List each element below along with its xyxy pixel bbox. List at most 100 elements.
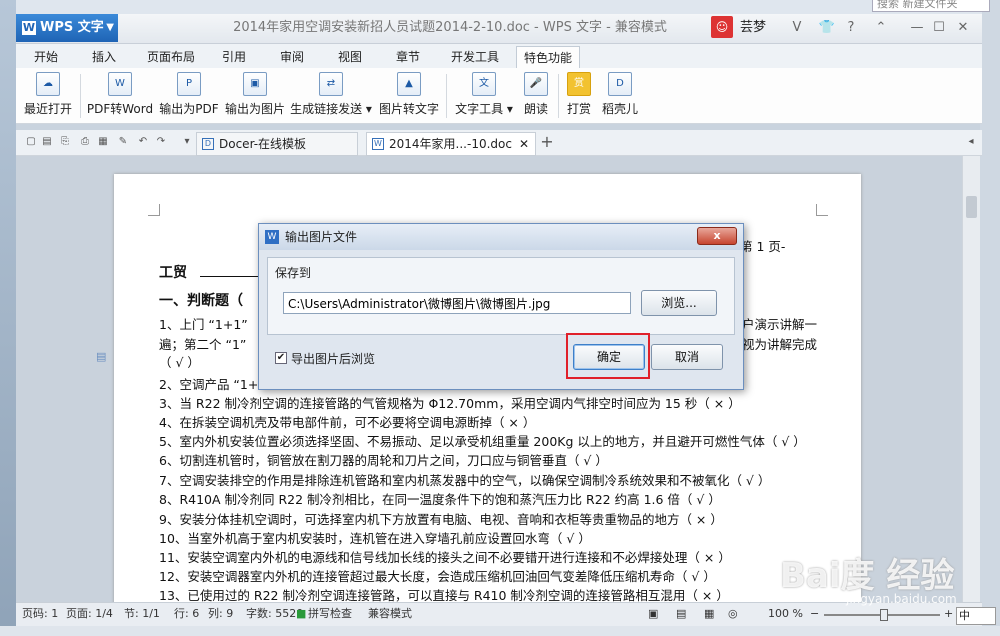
tab-home[interactable]: 开始 <box>24 46 68 68</box>
export-pdf-button[interactable]: P 输出为PDF <box>158 70 220 122</box>
export-image-dialog: W输出图片文件 x 保存到 浏览... ✔ 导出图片后浏览 确定 取消 <box>258 223 744 390</box>
text-tools-button[interactable]: 文文字工具 ▾ <box>452 70 516 122</box>
arrow-up-icon[interactable]: ⌃ <box>870 18 892 38</box>
question-line: 6、切割连机管时，铜管放在割刀器的周轮和刀片之间，刀口应与铜管垂直（ √ ） <box>159 453 608 468</box>
read-aloud-icon: 🎤 <box>524 72 548 96</box>
cloud-icon: ☁ <box>36 72 60 96</box>
question-line: 4、在拆装空调机壳及带电部件前，可不必要将空调电源断掉（ × ） <box>159 415 536 430</box>
document-icon: W <box>372 138 384 150</box>
minimize-icon[interactable]: — <box>906 18 928 38</box>
tab-developer[interactable]: 开发工具 <box>446 46 504 68</box>
zoom-slider-handle[interactable] <box>880 609 888 621</box>
ribbon-toolbar: ☁ 最近打开 W PDF转Word P 输出为PDF ▣ 输出为图片 ⇄ 生成链接发送 ▾… <box>16 68 982 124</box>
desktop-right-strip <box>980 0 1000 636</box>
status-row: 行: 6 <box>174 607 200 620</box>
tab-insert[interactable]: 插入 <box>82 46 126 68</box>
vip-icon[interactable]: V <box>786 18 808 38</box>
browse-button[interactable]: 浏览... <box>641 290 717 316</box>
paragraph-marker-icon[interactable]: ▤ <box>96 350 106 363</box>
save-path-input[interactable] <box>283 292 631 314</box>
vertical-scrollbar[interactable] <box>962 156 980 602</box>
maximize-icon[interactable]: ☐ <box>928 18 950 38</box>
docer-icon: D <box>608 72 632 96</box>
question-line: 11、安装空调室内外机的电源线和信号线加长线的接头之间不必要错开进行连接和不必焊… <box>159 550 731 565</box>
zoom-in-icon[interactable]: + <box>944 603 953 625</box>
tab-special-features[interactable]: 特色功能 <box>516 46 580 68</box>
status-section: 节: 1/1 <box>124 607 160 620</box>
spell-check-toggle[interactable]: 拼写检查 <box>308 603 352 625</box>
status-compat: 兼容模式 <box>368 607 412 620</box>
ribbon-tabs: 开始 插入 页面布局 引用 审阅 视图 章节 开发工具 特色功能 <box>16 44 982 68</box>
tab-menu-icon[interactable]: ◂ <box>964 135 978 149</box>
undo-icon[interactable]: ↶ <box>136 135 150 149</box>
new-doc-icon[interactable]: ▢ <box>24 135 38 149</box>
tab-references[interactable]: 引用 <box>214 46 254 68</box>
docer-icon: D <box>202 138 214 150</box>
tab-review[interactable]: 审阅 <box>272 46 312 68</box>
docer-button[interactable]: D 稻壳儿 <box>600 70 640 122</box>
desktop-search-box[interactable]: 搜索 新建文件夹 <box>872 0 990 12</box>
tab-document[interactable]: W 2014年家用...-10.doc ✕ <box>366 132 536 156</box>
image-export-icon: ▣ <box>243 72 267 96</box>
ribbon-label: 文字工具 <box>455 102 504 116</box>
separator <box>80 74 81 118</box>
browse-after-export-checkbox[interactable]: ✔ <box>275 352 287 364</box>
shirt-icon[interactable]: 👕 <box>816 18 838 38</box>
print-preview-icon[interactable]: ▦ <box>96 135 110 149</box>
pdf-to-word-button[interactable]: W PDF转Word <box>86 70 154 122</box>
question-line: 12、安装空调器室内外机的连接管超过最大长度，会造成压缩机回油回气变差降低压缩机… <box>159 569 716 584</box>
image-to-text-button[interactable]: ▲ 图片转文字 <box>376 70 442 122</box>
ribbon-label: 生成链接发送 <box>290 102 363 116</box>
doc-tab-label: 2014年家用...-10.doc <box>389 137 512 151</box>
question-line: 5、室内外机安装位置必须选择坚固、不易振动、足以承受机组重量 200Kg 以上的… <box>159 434 806 449</box>
ime-indicator[interactable]: 中 <box>956 607 996 625</box>
tab-chapter[interactable]: 章节 <box>388 46 428 68</box>
add-tab-icon[interactable]: + <box>540 134 554 150</box>
chevron-down-icon[interactable]: ▾ <box>180 135 194 149</box>
status-words: 字数: 5520 <box>246 607 304 620</box>
separator <box>558 74 559 118</box>
status-pages: 页面: 1/4 <box>66 607 113 620</box>
tab-page-layout[interactable]: 页面布局 <box>140 46 202 68</box>
app-menu-button[interactable]: W WPS 文字 ▼ <box>16 14 118 42</box>
question-line: （ √ ） <box>159 355 200 370</box>
format-painter-icon[interactable]: ✎ <box>116 135 130 149</box>
export-icon[interactable]: ⎘ <box>58 135 72 149</box>
export-image-button[interactable]: ▣ 输出为图片 <box>224 70 286 122</box>
margin-mark <box>816 204 828 216</box>
view-mode-icon[interactable]: ▦ <box>704 603 714 625</box>
reward-button[interactable]: 赏打赏 <box>562 70 596 122</box>
pdf-export-icon: P <box>177 72 201 96</box>
cancel-button[interactable]: 取消 <box>651 344 723 370</box>
view-mode-icon[interactable]: ▤ <box>676 603 686 625</box>
checkbox-label: 导出图片后浏览 <box>291 352 376 366</box>
status-page: 页码: 1 <box>22 607 59 620</box>
recent-open-button[interactable]: ☁ 最近打开 <box>20 70 76 122</box>
image-to-text-icon: ▲ <box>397 72 421 96</box>
dialog-title-bar[interactable]: W 输出图片文件 <box>259 224 743 250</box>
scrollbar-thumb[interactable] <box>966 196 977 218</box>
generate-link-button[interactable]: ⇄ 生成链接发送 ▾ <box>290 70 372 122</box>
view-mode-icon[interactable]: ▣ <box>648 603 658 625</box>
save-to-label: 保存到 <box>275 266 312 280</box>
chevron-down-icon: ▾ <box>362 102 372 116</box>
question-line: 10、当室外机高于室内机安装时，连机管在进入穿墙孔前应设置回水弯（ √ ） <box>159 531 591 546</box>
zoom-level[interactable]: 100 % <box>768 603 803 625</box>
redo-icon[interactable]: ↷ <box>154 135 168 149</box>
pdf-to-word-icon: W <box>108 72 132 96</box>
read-aloud-button[interactable]: 🎤 朗读 <box>518 70 554 122</box>
tab-view[interactable]: 视图 <box>330 46 370 68</box>
view-mode-icon[interactable]: ◎ <box>728 603 738 625</box>
user-name[interactable]: 芸梦 <box>740 14 766 42</box>
question-line: 3、当 R22 制冷剂空调的连接管路的气管规格为 Φ12.70mm，采用空调内气… <box>159 396 741 411</box>
page-label: 第 1 页- <box>740 239 786 254</box>
close-icon[interactable]: ✕ <box>952 18 974 38</box>
help-icon[interactable]: ? <box>840 18 862 38</box>
print-icon[interactable]: ⎙ <box>78 135 92 149</box>
dialog-close-button[interactable]: x <box>697 227 737 245</box>
save-icon[interactable]: ▤ <box>40 135 54 149</box>
user-avatar[interactable]: ☺ <box>711 16 733 38</box>
close-icon[interactable]: ✕ <box>519 133 529 155</box>
tab-docer-templates[interactable]: D Docer-在线模板 <box>196 132 358 156</box>
zoom-out-icon[interactable]: − <box>810 603 819 625</box>
